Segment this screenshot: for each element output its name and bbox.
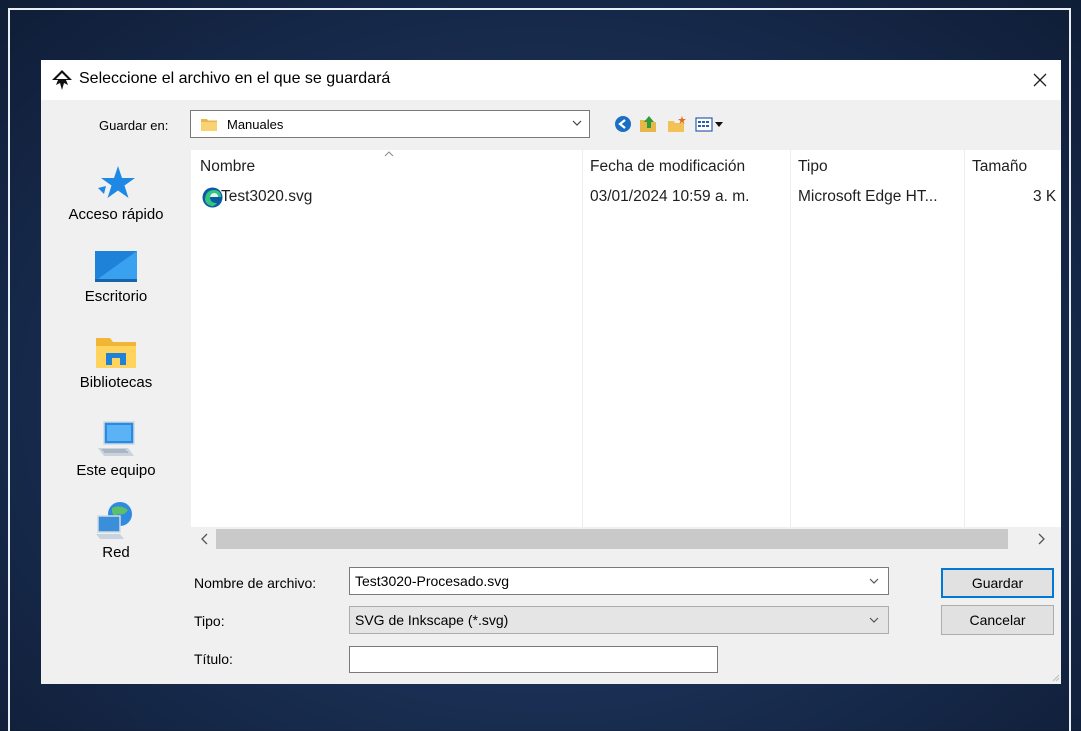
cancel-button[interactable]: Cancelar [941,605,1054,635]
new-folder-icon[interactable] [667,115,687,133]
file-list[interactable]: Nombre Fecha de modificación Tipo Tamaño… [191,150,1061,535]
file-modified: 03/01/2024 10:59 a. m. [590,188,750,205]
close-button[interactable] [1023,64,1057,96]
place-label: Escritorio [84,288,148,305]
dialog-title: Seleccione el archivo en el que se guard… [79,70,391,87]
resize-grip-icon[interactable] [1050,672,1060,682]
horizontal-scrollbar[interactable] [191,527,1061,551]
filename-value: Test3020-Procesado.svg [355,573,510,589]
column-header-type[interactable]: Tipo [798,158,828,176]
place-label: Bibliotecas [79,374,153,391]
place-libraries[interactable]: Bibliotecas [51,334,181,391]
inkscape-icon [52,70,72,90]
title-label: Título: [194,651,233,667]
file-row[interactable]: Test3020.svg 03/01/2024 10:59 a. m. Micr… [197,184,1061,208]
view-menu-icon[interactable] [695,115,725,133]
close-icon [1033,73,1047,87]
place-label: Acceso rápido [68,206,164,223]
libraries-icon [96,338,136,368]
place-desktop[interactable]: Escritorio [51,250,181,305]
places-bar: Acceso rápido Escritorio Bibliotecas Est… [51,148,181,578]
file-type-value: SVG de Inkscape (*.svg) [355,612,509,628]
place-quick-access[interactable]: Acceso rápido [51,164,181,223]
chevron-down-icon[interactable] [868,576,880,586]
place-label: Este equipo [76,462,156,479]
type-label: Tipo: [194,613,225,629]
place-label: Red [102,544,130,561]
sort-ascending-icon [384,151,394,157]
folder-icon [201,119,217,131]
save-button[interactable]: Guardar [941,568,1054,598]
scrollbar-thumb[interactable] [216,529,1008,549]
place-network[interactable]: Red [51,500,181,561]
place-this-pc[interactable]: Este equipo [51,420,181,479]
scroll-left-icon[interactable] [201,533,209,545]
save-dialog: Seleccione el archivo en el que se guard… [41,60,1061,684]
chevron-down-icon [572,120,582,126]
file-type: Microsoft Edge HT... [798,188,938,205]
save-in-label: Guardar en: [99,118,169,133]
title-bar: Seleccione el archivo en el que se guard… [41,60,1061,100]
filename-label: Nombre de archivo: [194,575,317,591]
column-header-name[interactable]: Nombre [200,158,255,176]
chevron-down-icon[interactable] [868,615,880,625]
filename-input[interactable]: Test3020-Procesado.svg [349,567,889,595]
network-icon [96,502,132,539]
up-folder-icon[interactable] [638,115,658,133]
file-name: Test3020.svg [221,188,313,205]
file-type-select[interactable]: SVG de Inkscape (*.svg) [349,606,889,634]
desktop-icon [95,251,137,282]
save-in-combo[interactable]: Manuales [190,110,590,138]
title-input[interactable] [349,646,718,673]
edge-icon [202,187,223,208]
column-header-size[interactable]: Tamaño [972,158,1027,176]
column-header-date[interactable]: Fecha de modificación [590,158,745,176]
save-in-value: Manuales [227,117,284,132]
file-size: 3 K [1033,188,1057,205]
back-icon[interactable] [613,115,633,133]
star-icon [98,166,135,198]
computer-icon [98,421,135,456]
scroll-right-icon[interactable] [1037,533,1045,545]
